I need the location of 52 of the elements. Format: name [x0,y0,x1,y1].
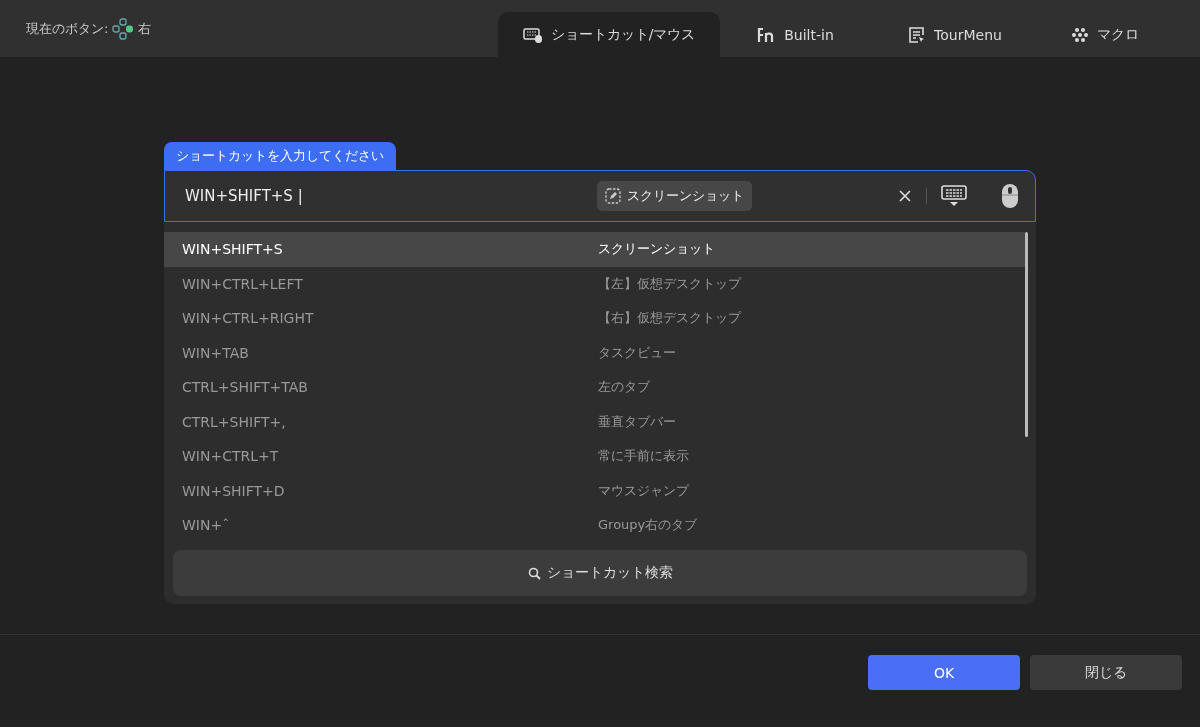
shortcut-keys: WIN+CTRL+RIGHT [182,310,598,327]
mouse-icon [1001,183,1019,209]
shortcut-action: スクリーンショット [598,240,715,259]
shortcut-keys: CTRL+SHIFT+, [182,413,598,430]
shortcut-row[interactable]: WIN+SHIFT+D マウスジャンプ [164,473,1025,508]
shortcut-row[interactable]: WIN+TAB タスクビュー [164,335,1025,370]
close-button[interactable]: 閉じる [1030,655,1182,690]
keyboard-mouse-icon [522,26,543,43]
scrollbar-thumb[interactable] [1025,232,1028,437]
shortcut-input[interactable]: WIN+SHIFT+S | [185,187,585,205]
search-icon [527,566,541,580]
shortcut-keys: WIN+CTRL+T [182,448,598,465]
shortcut-keys: WIN+TAB [182,344,598,361]
shortcut-action: 垂直タブバー [598,412,676,431]
current-button-label: 現在のボタン: [26,19,109,38]
shortcut-row[interactable]: WIN+CTRL+LEFT 【左】仮想デスクトップ [164,266,1025,301]
shortcut-keys: WIN+ˆ [182,517,598,534]
dots-cluster-icon [1071,26,1089,43]
shortcut-action: 左のタブ [598,378,650,397]
shortcut-action: 常に手前に表示 [598,447,689,466]
tab[interactable]: Built-in [720,12,870,57]
shortcut-action: 【左】仮想デスクトップ [598,274,741,293]
shortcut-action: 【右】仮想デスクトップ [598,309,741,328]
tab[interactable]: TourMenu [870,12,1040,57]
shortcut-row[interactable]: WIN+SHIFT+S スクリーンショット [164,232,1025,267]
ok-button[interactable]: OK [868,655,1020,690]
shortcut-keys: WIN+CTRL+LEFT [182,275,598,292]
shortcut-row[interactable]: WIN+CTRL+T 常に手前に表示 [164,439,1025,474]
screenshot-icon [605,188,621,204]
clear-button[interactable] [898,189,912,203]
current-button-value: 右 [138,19,152,38]
menu-list-icon [908,25,927,44]
shortcut-keys: CTRL+SHIFT+TAB [182,379,598,396]
shortcut-search-button[interactable]: ショートカット検索 [173,550,1027,596]
shortcut-row[interactable]: WIN+ˆ Groupy右のタブ [164,508,1025,543]
tab[interactable]: ショートカット/マウス [498,12,720,57]
shortcut-action: マウスジャンプ [598,481,689,500]
input-label: ショートカットを入力してください [164,142,396,170]
tab[interactable]: マクロ [1040,12,1170,57]
chip-label: スクリーンショット [627,187,744,205]
shortcut-keys: WIN+SHIFT+D [182,482,598,499]
keyboard-icon [941,185,967,207]
shortcut-action: Groupy右のタブ [598,516,698,535]
shortcut-row[interactable]: CTRL+SHIFT+TAB 左のタブ [164,370,1025,405]
close-icon [898,189,912,203]
shortcut-keys: WIN+SHIFT+S [182,241,598,258]
shortcut-row[interactable]: CTRL+SHIFT+, 垂直タブバー [164,404,1025,439]
keyboard-button[interactable] [941,185,967,207]
shortcut-action: タスクビュー [598,343,676,362]
dpad-icon [112,17,135,40]
mouse-button[interactable] [1001,183,1019,209]
shortcut-row[interactable]: WIN+CTRL+RIGHT 【右】仮想デスクトップ [164,301,1025,336]
